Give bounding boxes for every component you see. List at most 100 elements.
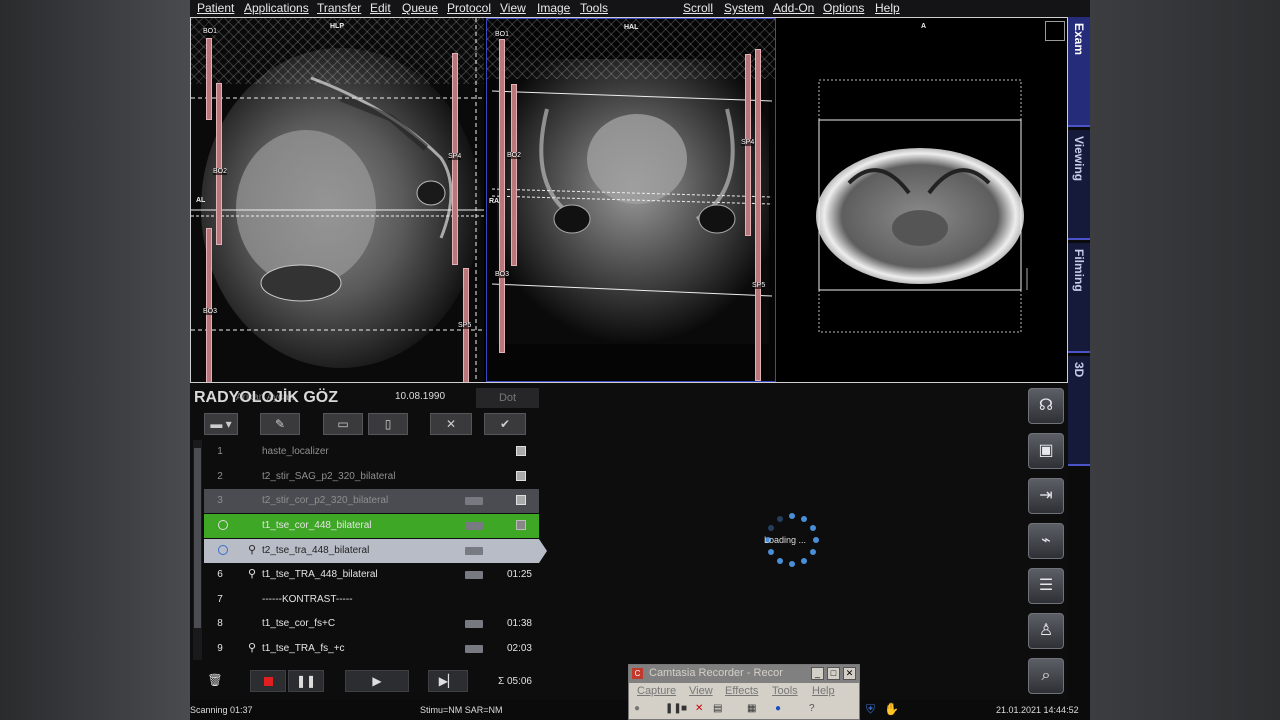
cam-menu-help[interactable]: Help bbox=[812, 685, 835, 697]
dot-button[interactable]: Dot bbox=[476, 388, 539, 408]
queue-row[interactable]: 2 t2_stir_SAG_p2_320_bilateral bbox=[204, 465, 539, 489]
sat-label: BO2 bbox=[213, 168, 228, 175]
stop-button[interactable] bbox=[250, 670, 286, 692]
list-button[interactable]: ☰ bbox=[1028, 568, 1064, 604]
queue-row-running[interactable]: t1_tse_cor_448_bilateral bbox=[204, 514, 539, 538]
queue-row[interactable]: 1 haste_localizer bbox=[204, 440, 539, 464]
menu-system[interactable]: System bbox=[724, 1, 764, 15]
view-select-dropdown[interactable]: ▬ ▾ bbox=[204, 413, 238, 435]
menu-applications[interactable]: Applications bbox=[244, 1, 309, 15]
open-button[interactable]: ▭ bbox=[323, 413, 363, 435]
transfer-button[interactable]: ⇥ bbox=[1028, 478, 1064, 514]
menu-transfer[interactable]: Transfer bbox=[317, 1, 361, 15]
camtasia-recorder-window[interactable]: C Camtasia Recorder - Recor _ □ ✕ Captur… bbox=[628, 664, 860, 720]
menu-options[interactable]: Options bbox=[823, 1, 864, 15]
status-indicator bbox=[465, 547, 483, 555]
tab-exam[interactable]: Exam bbox=[1068, 17, 1090, 127]
tab-viewing[interactable]: Viewing bbox=[1068, 130, 1090, 240]
sat-band[interactable] bbox=[216, 83, 222, 245]
menu-edit[interactable]: Edit bbox=[370, 1, 391, 15]
menu-tools[interactable]: Tools bbox=[580, 1, 608, 15]
patient-position-icon: ⚲ bbox=[248, 544, 257, 556]
stop-icon[interactable]: ■ bbox=[681, 703, 687, 714]
coronal-segment[interactable]: HAL RA BO1 BO2 BO3 SP4 SP5 bbox=[486, 18, 776, 382]
play-button[interactable]: ▶ bbox=[345, 670, 409, 692]
chevron-down-icon: ▬ ▾ bbox=[210, 417, 232, 431]
tab-filming[interactable]: Filming bbox=[1068, 243, 1090, 353]
menu-patient[interactable]: Patient bbox=[197, 1, 234, 15]
record-icon[interactable]: ● bbox=[634, 703, 640, 714]
menu-queue[interactable]: Queue bbox=[402, 1, 438, 15]
image-viewer[interactable]: HLP AL BO1 BO2 BO3 SP4 SP5 HAL RA BO1 BO… bbox=[190, 17, 1068, 383]
sar-status: Stimu=NM SAR=NM bbox=[420, 705, 503, 715]
status-indicator bbox=[465, 522, 483, 530]
menu-protocol[interactable]: Protocol bbox=[447, 1, 491, 15]
camtasia-titlebar[interactable]: C Camtasia Recorder - Recor _ □ ✕ bbox=[629, 665, 859, 683]
menu-help[interactable]: Help bbox=[875, 1, 900, 15]
sat-band[interactable] bbox=[206, 228, 212, 382]
sat-label: BO3 bbox=[495, 271, 510, 278]
confirm-button[interactable]: ✔ bbox=[484, 413, 526, 435]
pause-icon[interactable]: ❚❚ bbox=[665, 703, 682, 714]
queue-row[interactable]: 6 ⚲ t1_tse_TRA_448_bilateral 01:25 bbox=[204, 563, 539, 587]
sat-band[interactable] bbox=[206, 38, 212, 120]
sat-label: SP5 bbox=[458, 322, 472, 329]
help-icon[interactable]: ? bbox=[809, 703, 815, 714]
shield-icon[interactable]: ⛨ bbox=[866, 702, 875, 716]
queue-row[interactable]: 9 ⚲ t1_tse_TRA_fs_+c 02:03 bbox=[204, 637, 539, 661]
sagittal-segment[interactable]: HLP AL BO1 BO2 BO3 SP4 SP5 bbox=[191, 18, 484, 382]
trash-button[interactable]: 🗑 bbox=[202, 670, 228, 692]
pause-button[interactable]: ❚❚ bbox=[288, 670, 324, 692]
done-checkbox[interactable] bbox=[516, 471, 526, 481]
edit-button[interactable]: ✎ bbox=[260, 413, 300, 435]
head-icon: ☊ bbox=[1038, 397, 1054, 414]
menu-add-on[interactable]: Add-On bbox=[773, 1, 814, 15]
transverse-segment[interactable]: A bbox=[779, 18, 1067, 382]
tray-icons: ⛨ ✋ bbox=[866, 702, 899, 717]
done-checkbox[interactable] bbox=[516, 495, 526, 505]
cam-menu-effects[interactable]: Effects bbox=[725, 685, 758, 697]
graph-icon: ⌁ bbox=[1041, 532, 1051, 549]
queue-row-selected[interactable]: 3 t2_stir_cor_p2_320_bilateral bbox=[204, 489, 539, 513]
zoom-button[interactable]: ⌕ bbox=[1028, 658, 1064, 694]
skip-button[interactable]: ▶▏ bbox=[428, 670, 468, 692]
cam-menu-capture[interactable]: Capture bbox=[637, 685, 676, 697]
copy-button[interactable]: ▯ bbox=[368, 413, 408, 435]
sat-band[interactable] bbox=[755, 49, 761, 381]
screen-icon[interactable]: ▦ bbox=[747, 703, 756, 714]
sat-label: BO1 bbox=[495, 31, 510, 38]
queue-row[interactable]: 8 t1_tse_cor_fs+C 01:38 bbox=[204, 612, 539, 636]
menu-view[interactable]: View bbox=[500, 1, 526, 15]
sat-band[interactable] bbox=[499, 39, 505, 353]
cam-menu-tools[interactable]: Tools bbox=[772, 685, 798, 697]
sat-label: SP4 bbox=[448, 153, 462, 160]
delete-icon[interactable]: ✕ bbox=[695, 703, 703, 714]
delete-button[interactable]: ✕ bbox=[430, 413, 472, 435]
sat-band[interactable] bbox=[511, 84, 517, 266]
status-indicator bbox=[465, 645, 483, 653]
queue-row[interactable]: 7 ------KONTRAST----- bbox=[204, 588, 539, 612]
magnifier-icon: ⌕ bbox=[1041, 667, 1051, 684]
menu-image[interactable]: Image bbox=[537, 1, 570, 15]
done-checkbox[interactable] bbox=[516, 446, 526, 456]
cam-menu-view[interactable]: View bbox=[689, 685, 713, 697]
image-icon: ▣ bbox=[1038, 442, 1054, 459]
hand-icon[interactable]: ✋ bbox=[884, 702, 899, 716]
tab-3d[interactable]: 3D bbox=[1068, 356, 1090, 466]
graph-button[interactable]: ⌁ bbox=[1028, 523, 1064, 559]
image-window-button[interactable]: ▣ bbox=[1028, 433, 1064, 469]
head-view-button[interactable]: ☊ bbox=[1028, 388, 1064, 424]
corner-toggle[interactable] bbox=[1045, 21, 1065, 41]
folder-icon: ▭ bbox=[337, 417, 349, 431]
close-button[interactable]: ✕ bbox=[843, 667, 856, 680]
scanner-app: Patient Applications Transfer Edit Queue… bbox=[190, 0, 1090, 720]
globe-icon[interactable]: ● bbox=[775, 703, 781, 714]
sar-button[interactable]: ♙ bbox=[1028, 613, 1064, 649]
minimize-button[interactable]: _ bbox=[811, 667, 824, 680]
menu-scroll[interactable]: Scroll bbox=[683, 1, 713, 15]
done-checkbox[interactable] bbox=[516, 520, 526, 530]
maximize-button[interactable]: □ bbox=[827, 667, 840, 680]
orientation-label-left: AL bbox=[196, 197, 206, 204]
queue-row-next[interactable]: ⚲ t2_tse_tra_448_bilateral bbox=[204, 539, 547, 563]
window-icon[interactable]: ▤ bbox=[713, 703, 722, 714]
